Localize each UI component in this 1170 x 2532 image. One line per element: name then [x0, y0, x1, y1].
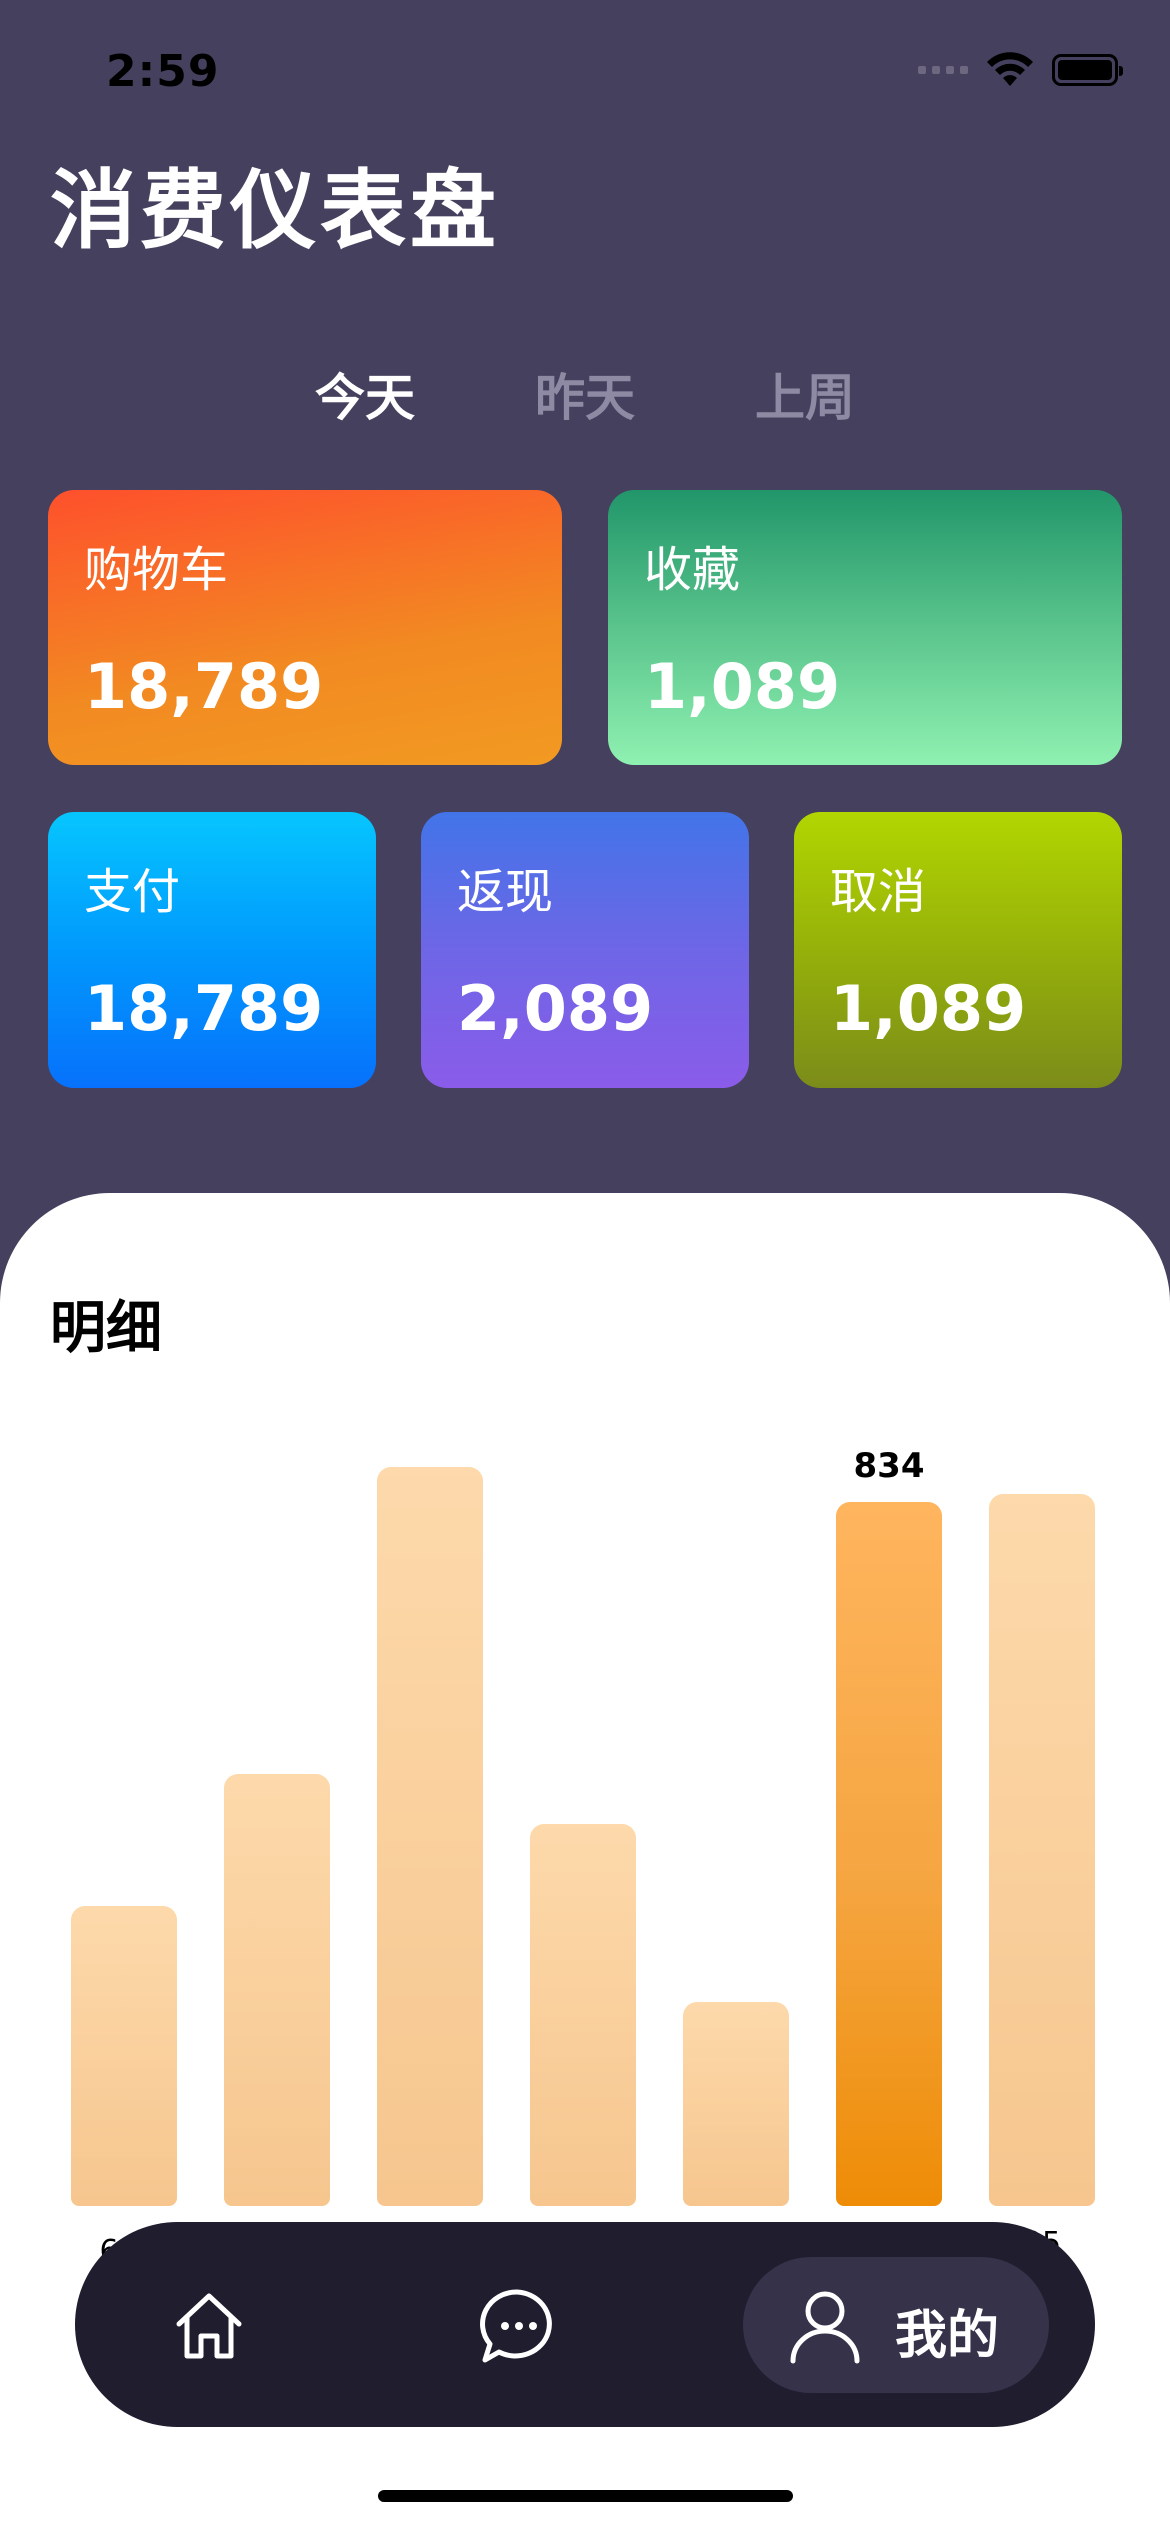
cancel-card-label: 取消 [830, 864, 927, 920]
cashback-card-label: 返现 [457, 864, 554, 920]
battery-icon [1052, 54, 1123, 86]
favorites-card-label: 收藏 [644, 542, 741, 598]
chat-icon[interactable] [475, 2284, 559, 2368]
cellular-signal-icon [918, 66, 968, 74]
chart-bar[interactable] [836, 1501, 942, 2206]
status-time: 2:59 [106, 46, 220, 97]
detail-bar-chart: 6月83405 [0, 1400, 1170, 2280]
chart-bar[interactable] [377, 1467, 483, 2206]
page-title: 消费仪表盘 [50, 161, 500, 261]
favorites-card[interactable]: 收藏 1,089 [608, 490, 1122, 765]
chart-bar[interactable] [530, 1824, 636, 2206]
cart-card[interactable]: 购物车 18,789 [48, 490, 562, 765]
wifi-icon [987, 52, 1033, 86]
home-icon[interactable] [167, 2284, 251, 2368]
chart-bar[interactable] [224, 1773, 330, 2206]
cashback-card[interactable]: 返现 2,089 [421, 812, 749, 1088]
user-icon [790, 2291, 860, 2364]
cart-card-value: 18,789 [84, 650, 324, 723]
payment-card-value: 18,789 [84, 972, 324, 1045]
cancel-card-value: 1,089 [830, 972, 1027, 1045]
cashback-card-value: 2,089 [457, 972, 654, 1045]
bar-value-label: 834 [853, 1445, 925, 1486]
period-tabs: 今天 昨天 上周 [0, 358, 1170, 430]
chart-bar[interactable] [71, 1906, 177, 2206]
tab-today[interactable]: 今天 [315, 358, 415, 430]
favorites-card-value: 1,089 [644, 650, 841, 723]
home-indicator [378, 2490, 793, 2502]
profile-tab-label: 我的 [895, 2306, 1000, 2366]
detail-title: 明细 [50, 1296, 162, 1361]
tab-yesterday[interactable]: 昨天 [535, 358, 635, 430]
bottom-tab-bar: 我的 [75, 2222, 1095, 2427]
cancel-card[interactable]: 取消 1,089 [794, 812, 1122, 1088]
status-icons [918, 52, 1123, 88]
tab-last-week[interactable]: 上周 [755, 358, 855, 430]
cart-card-label: 购物车 [84, 542, 229, 598]
profile-tab-button[interactable]: 我的 [743, 2257, 1049, 2393]
payment-card[interactable]: 支付 18,789 [48, 812, 376, 1088]
chart-bar[interactable] [989, 1494, 1095, 2206]
chart-bar[interactable] [683, 2001, 789, 2206]
payment-card-label: 支付 [84, 864, 181, 920]
